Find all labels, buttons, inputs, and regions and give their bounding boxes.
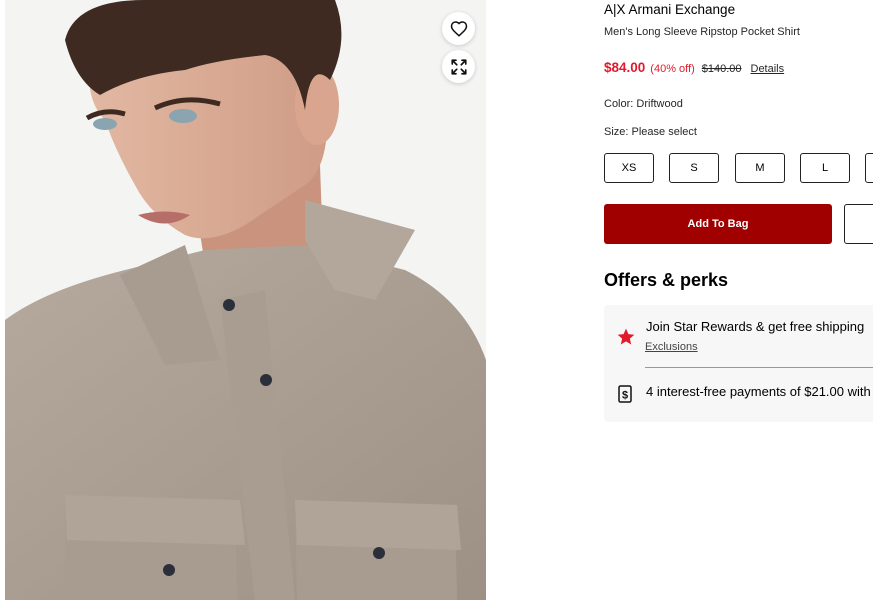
price-details-link[interactable]: Details — [751, 63, 785, 75]
favorite-button[interactable] — [442, 12, 475, 45]
offers-title: Offers & perks — [604, 270, 729, 290]
exclusions-link[interactable]: Exclusions — [645, 341, 698, 353]
svg-text:$: $ — [622, 390, 628, 402]
expand-image-button[interactable] — [442, 50, 475, 83]
size-option-xs[interactable]: XS — [604, 153, 654, 183]
offers-panel: Join Star Rewards & get free shipping Ex… — [604, 305, 873, 422]
sale-price: $84.00 — [604, 60, 646, 75]
expand-icon — [450, 58, 467, 75]
size-option-more[interactable] — [865, 153, 873, 183]
size-label: Size: Please select — [604, 126, 697, 138]
product-name: Men's Long Sleeve Ripstop Pocket Shirt — [604, 26, 800, 38]
purchase-actions: Add To Bag — [604, 204, 873, 244]
product-photo — [5, 0, 486, 600]
secondary-action-button[interactable] — [844, 204, 873, 244]
size-selector: XS S M L — [604, 153, 873, 185]
dollar-icon: $ — [618, 385, 632, 403]
discount-percent: (40% off) — [650, 63, 695, 75]
star-icon — [617, 328, 635, 345]
heart-icon — [450, 20, 467, 37]
price-row: $84.00 (40% off) $140.00 Details — [604, 60, 784, 75]
brand-name[interactable]: A|X Armani Exchange — [604, 2, 735, 17]
size-option-m[interactable]: M — [735, 153, 785, 183]
original-price: $140.00 — [701, 63, 742, 75]
add-to-bag-button[interactable]: Add To Bag — [604, 204, 832, 244]
offer-divider — [645, 367, 873, 368]
size-option-l[interactable]: L — [800, 153, 850, 183]
size-option-s[interactable]: S — [669, 153, 719, 183]
product-image[interactable] — [5, 0, 486, 600]
star-rewards-offer: Join Star Rewards & get free shipping — [646, 319, 865, 334]
installment-offer: 4 interest-free payments of $21.00 with — [646, 384, 871, 399]
color-label: Color: Driftwood — [604, 98, 683, 110]
